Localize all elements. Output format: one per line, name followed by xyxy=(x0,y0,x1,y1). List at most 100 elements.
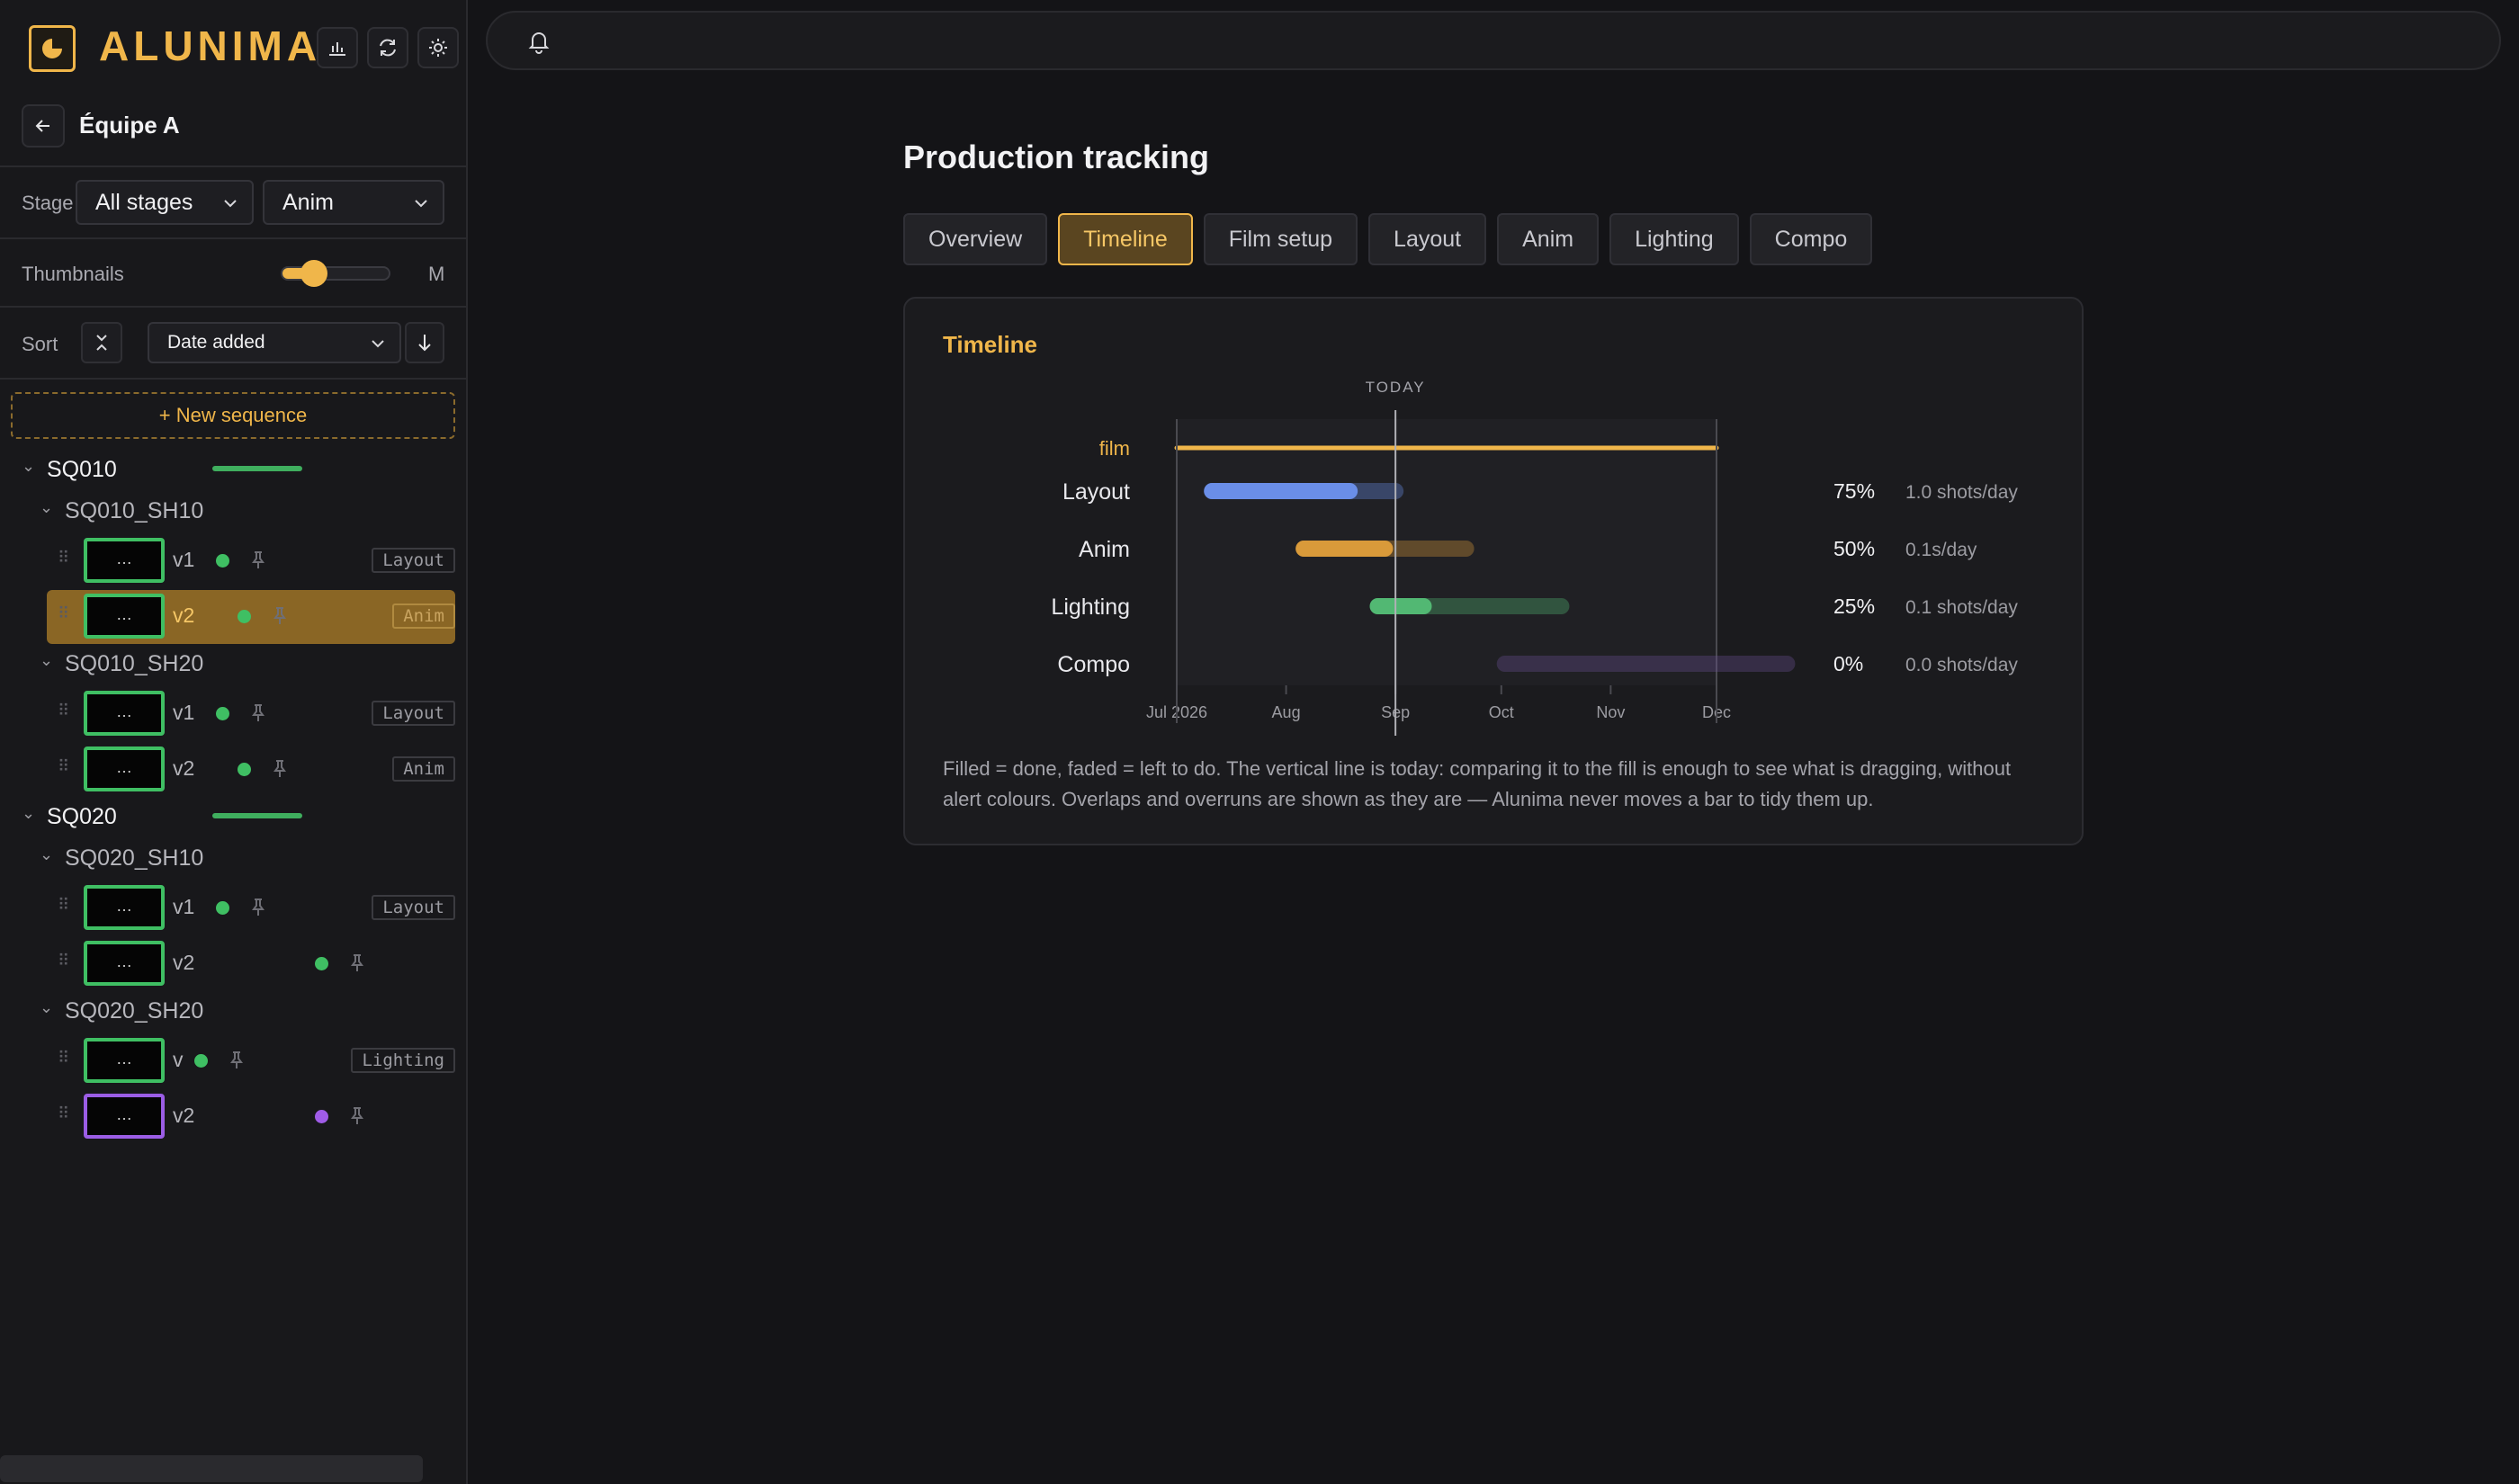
shot-row[interactable]: ⌄ SQ010_SH20 xyxy=(0,644,466,684)
sort-select-value: Date added xyxy=(167,332,265,353)
pin-icon[interactable] xyxy=(272,759,288,779)
x-tick-label: Nov xyxy=(1596,703,1625,721)
horizontal-scrollbar[interactable] xyxy=(0,1455,423,1482)
version-label: v1 xyxy=(173,701,195,724)
pin-icon[interactable] xyxy=(272,606,288,626)
x-tick-label: Oct xyxy=(1489,703,1514,721)
drag-handle-icon[interactable]: ⠿ xyxy=(58,549,69,568)
thumbnail[interactable]: … xyxy=(84,1094,165,1139)
shot-row[interactable]: ⌄ SQ020_SH20 xyxy=(0,991,466,1031)
drag-handle-icon[interactable]: ⠿ xyxy=(58,952,69,970)
status-dot xyxy=(216,901,229,915)
thumbnail[interactable]: … xyxy=(84,885,165,930)
team-name: Équipe A xyxy=(79,112,180,139)
thumbnail[interactable]: … xyxy=(84,594,165,639)
refresh-button[interactable] xyxy=(367,27,408,68)
chevron-down-icon[interactable]: ⌄ xyxy=(40,651,53,670)
drag-handle-icon[interactable]: ⠿ xyxy=(58,896,69,915)
thumbnail[interactable]: … xyxy=(84,1038,165,1083)
tab-timeline[interactable]: Timeline xyxy=(1058,213,1193,265)
drag-handle-icon[interactable]: ⠿ xyxy=(58,757,69,776)
version-row[interactable]: ⠿ … v2 Anim xyxy=(0,588,466,644)
shot-row[interactable]: ⌄ SQ010_SH10 xyxy=(0,491,466,531)
pin-icon[interactable] xyxy=(349,953,365,973)
department-select[interactable]: Anim xyxy=(263,180,444,225)
stage-badge: Anim xyxy=(392,603,455,629)
version-label: v2 xyxy=(173,1104,195,1127)
status-dot xyxy=(238,610,251,623)
pin-icon[interactable] xyxy=(349,1106,365,1126)
status-dot xyxy=(238,763,251,776)
sort-label: Sort xyxy=(22,333,58,355)
sort-select[interactable]: Date added xyxy=(148,322,401,363)
row-label: Lighting xyxy=(1051,594,1130,620)
sequence-name: SQ010 xyxy=(47,457,117,482)
stage-badge: Layout xyxy=(372,548,455,573)
chevron-down-icon[interactable]: ⌄ xyxy=(40,498,53,517)
new-sequence-button[interactable]: + New sequence xyxy=(11,392,455,439)
drag-handle-icon[interactable]: ⠿ xyxy=(58,1049,69,1068)
drag-handle-icon[interactable]: ⠿ xyxy=(58,1104,69,1123)
version-row[interactable]: ⠿ … v1 Layout xyxy=(0,532,466,588)
stage-select[interactable]: All stages xyxy=(76,180,254,225)
drag-handle-icon[interactable]: ⠿ xyxy=(58,702,69,720)
pin-icon[interactable] xyxy=(250,898,266,917)
sort-direction-button[interactable] xyxy=(405,322,444,363)
bell-icon[interactable] xyxy=(527,29,551,54)
version-label: v1 xyxy=(173,548,195,571)
theme-toggle-button[interactable] xyxy=(417,27,459,68)
tab-anim[interactable]: Anim xyxy=(1497,213,1600,265)
pin-icon[interactable] xyxy=(229,1050,245,1070)
shot-name: SQ010_SH10 xyxy=(65,498,204,523)
version-row[interactable]: ⠿ … v2 Anim xyxy=(0,741,466,797)
divider xyxy=(0,165,466,167)
thumbnail[interactable]: … xyxy=(84,538,165,583)
version-row[interactable]: ⠿ … v2 xyxy=(0,935,466,991)
stats-button[interactable] xyxy=(317,27,358,68)
shot-name: SQ010_SH20 xyxy=(65,651,204,676)
version-row[interactable]: ⠿ … v1 Layout xyxy=(0,685,466,741)
chevron-down-icon xyxy=(372,340,384,348)
thumbnail[interactable]: … xyxy=(84,941,165,986)
divider xyxy=(0,237,466,239)
version-row[interactable]: ⠿ … v Lighting xyxy=(0,1033,466,1088)
thumbnail[interactable]: … xyxy=(84,746,165,791)
drag-handle-icon[interactable]: ⠿ xyxy=(58,604,69,623)
shot-row[interactable]: ⌄ SQ020_SH10 xyxy=(0,838,466,878)
sequence-row[interactable]: ⌄ SQ010 xyxy=(0,450,466,489)
stage-badge: Layout xyxy=(372,701,455,726)
stage-select-value: All stages xyxy=(95,190,193,215)
version-label: v2 xyxy=(173,951,195,974)
thumbnail-size-slider[interactable] xyxy=(281,266,390,281)
tab-lighting[interactable]: Lighting xyxy=(1609,213,1739,265)
pin-icon[interactable] xyxy=(250,703,266,723)
stage-badge: Anim xyxy=(392,756,455,782)
version-row[interactable]: ⠿ … v2 xyxy=(0,1088,466,1144)
thumbnail[interactable]: … xyxy=(84,691,165,736)
tab-film-setup[interactable]: Film setup xyxy=(1203,213,1358,265)
tab-compo[interactable]: Compo xyxy=(1749,213,1873,265)
row-label: Layout xyxy=(1062,479,1130,505)
slider-thumb[interactable] xyxy=(300,260,327,287)
status-dot xyxy=(315,1110,328,1123)
tab-layout[interactable]: Layout xyxy=(1368,213,1487,265)
pin-icon[interactable] xyxy=(250,550,266,570)
chevron-down-icon[interactable]: ⌄ xyxy=(22,457,35,476)
stage-badge: Layout xyxy=(372,895,455,920)
collapse-all-button[interactable] xyxy=(81,322,122,363)
row-rate: 0.1s/day xyxy=(1905,540,1977,560)
sidebar: ALUNIMA Équipe A Stage All stages Anim T… xyxy=(0,0,468,1484)
chevron-down-icon[interactable]: ⌄ xyxy=(22,804,35,823)
refresh-icon xyxy=(380,39,396,57)
chevron-down-icon[interactable]: ⌄ xyxy=(40,845,53,864)
version-row[interactable]: ⠿ … v1 Layout xyxy=(0,880,466,935)
tab-bar: Overview Timeline Film setup Layout Anim Ligh… xyxy=(903,213,1873,265)
thumbnail-size-value: M xyxy=(428,263,445,285)
back-button[interactable] xyxy=(22,104,65,148)
app-logo[interactable] xyxy=(29,25,76,72)
chevron-down-icon[interactable]: ⌄ xyxy=(40,998,53,1017)
row-rate: 0.1 shots/day xyxy=(1905,597,2018,618)
sequence-row[interactable]: ⌄ SQ020 xyxy=(0,797,466,836)
tab-overview[interactable]: Overview xyxy=(903,213,1048,265)
row-progress: 75% xyxy=(1833,479,1875,503)
